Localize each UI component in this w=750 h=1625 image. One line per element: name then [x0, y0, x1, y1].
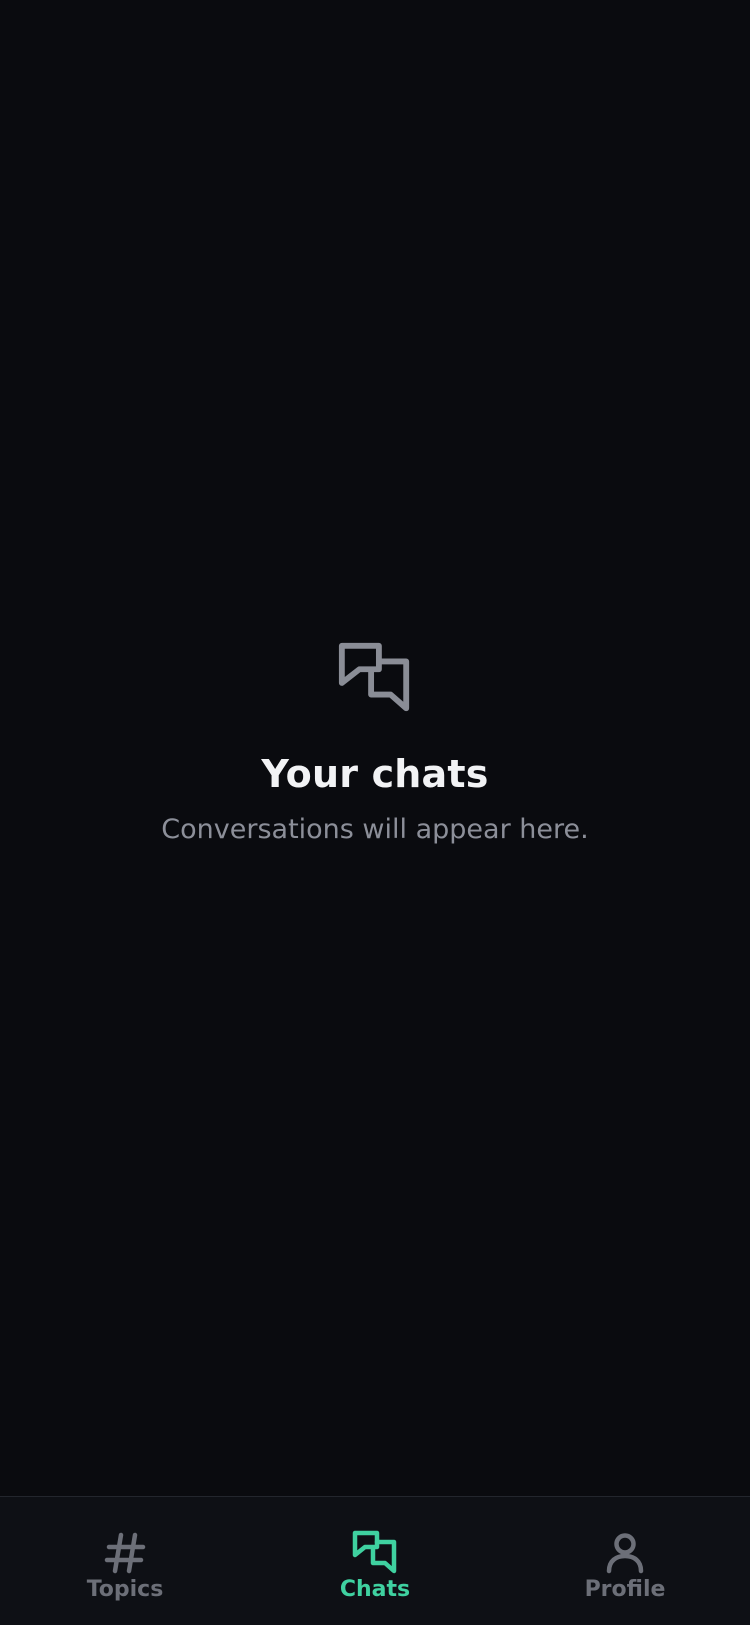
tab-topics[interactable]: Topics — [0, 1497, 250, 1625]
empty-state: Your chats Conversations will appear her… — [0, 640, 750, 846]
chats-screen: Your chats Conversations will appear her… — [0, 0, 750, 1625]
hash-icon — [104, 1532, 146, 1574]
chat-bubbles-icon — [338, 642, 410, 712]
tab-profile-label: Profile — [584, 1577, 666, 1602]
bottom-tab-bar: Topics Chats Profile — [0, 1496, 750, 1625]
empty-state-subtitle: Conversations will appear here. — [161, 813, 589, 845]
tab-topics-label: Topics — [86, 1577, 164, 1602]
chat-bubbles-icon — [352, 1530, 397, 1574]
person-icon — [606, 1533, 644, 1574]
empty-state-title: Your chats — [261, 752, 489, 796]
tab-profile[interactable]: Profile — [500, 1497, 750, 1625]
tab-chats[interactable]: Chats — [250, 1497, 500, 1625]
tab-chats-label: Chats — [339, 1577, 411, 1602]
